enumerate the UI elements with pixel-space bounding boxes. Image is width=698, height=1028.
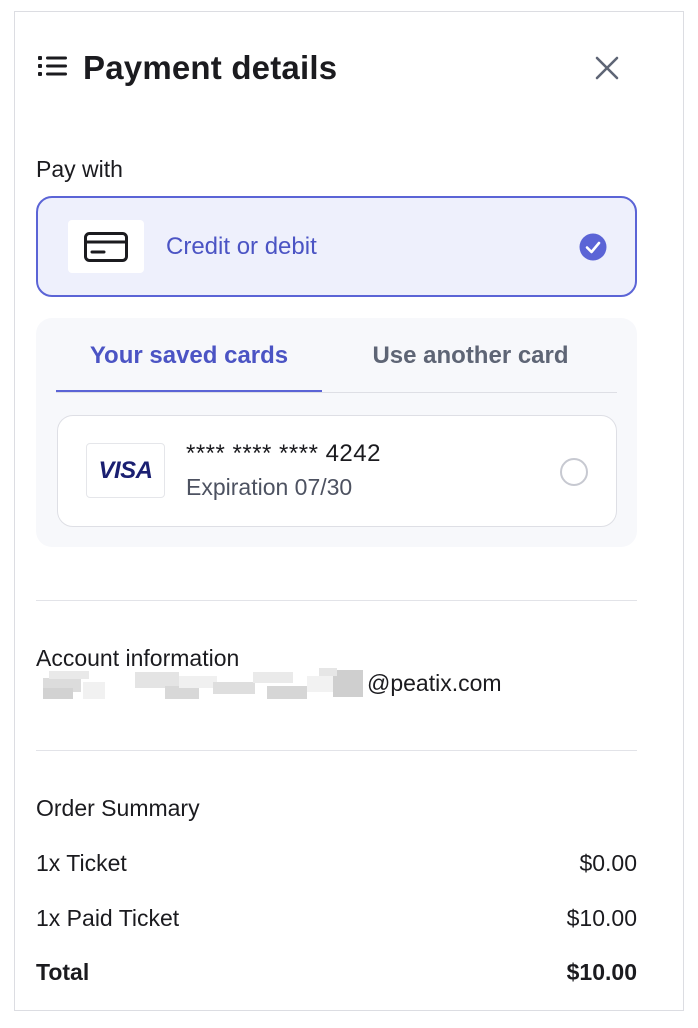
tab-divider xyxy=(56,392,617,393)
payment-method-credit-debit[interactable]: Credit or debit xyxy=(36,196,637,297)
card-brand: VISA xyxy=(98,457,153,484)
card-number: **** **** **** 4242 xyxy=(186,440,381,467)
pay-with-label: Pay with xyxy=(36,156,123,182)
payment-method-label: Credit or debit xyxy=(166,233,317,260)
saved-cards-section: Your saved cards Use another card VISA *… xyxy=(36,318,637,547)
list-icon xyxy=(38,56,67,76)
saved-card-item[interactable]: VISA **** **** **** 4242 Expiration 07/3… xyxy=(57,415,617,527)
total-label: Total xyxy=(36,959,90,985)
visa-logo: VISA xyxy=(86,443,165,498)
card-select-radio[interactable] xyxy=(560,458,588,486)
section-divider xyxy=(36,750,637,751)
tab-your-saved-cards[interactable]: Your saved cards xyxy=(56,318,322,393)
email-domain: @peatix.com xyxy=(367,670,502,696)
check-circle-icon xyxy=(579,233,607,261)
order-total-row: Total $10.00 xyxy=(36,959,637,989)
order-line-item: 1x Ticket $0.00 xyxy=(36,850,637,880)
credit-card-icon-box xyxy=(68,220,144,273)
order-summary-title: Order Summary xyxy=(36,795,200,821)
tab-use-another-card[interactable]: Use another card xyxy=(324,318,617,393)
total-amount: $10.00 xyxy=(566,959,637,985)
card-expiration: Expiration 07/30 xyxy=(186,474,353,500)
panel-header: Payment details xyxy=(36,47,636,91)
order-item-label: 1x Paid Ticket xyxy=(36,905,180,931)
order-item-amount: $10.00 xyxy=(566,905,637,931)
credit-card-icon xyxy=(84,232,128,262)
section-divider xyxy=(36,600,637,601)
order-line-item: 1x Paid Ticket $10.00 xyxy=(36,905,637,935)
page-title: Payment details xyxy=(83,49,338,86)
order-item-label: 1x Ticket xyxy=(36,850,127,876)
order-item-amount: $0.00 xyxy=(579,850,637,876)
active-tab-indicator xyxy=(56,390,322,392)
redacted-email-username xyxy=(27,668,365,699)
close-icon[interactable] xyxy=(592,53,622,83)
